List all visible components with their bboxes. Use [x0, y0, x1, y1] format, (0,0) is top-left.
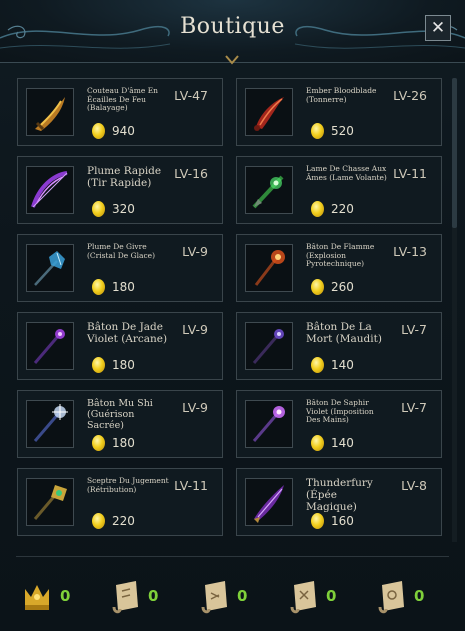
- flame-scale-knife-icon: [35, 97, 65, 131]
- item-level: LV-9: [182, 322, 208, 337]
- item-price: 940: [112, 124, 135, 138]
- footer-currency: 0: [286, 577, 346, 617]
- window-title: Boutique: [180, 14, 285, 39]
- currency-count: 0: [237, 587, 248, 605]
- item-name: Ember Bloodblade (Tonnerre): [306, 86, 377, 104]
- currency-count: 0: [60, 587, 71, 605]
- mu-shi-staff-icon: [33, 404, 68, 442]
- item-name: Plume Rapide (Tir Rapide): [87, 165, 162, 190]
- item-price: 220: [112, 514, 135, 528]
- green-soul-blade-icon: [252, 175, 284, 209]
- gold-coin-icon: [92, 201, 105, 217]
- item-name: Bâton De Jade Violet (Arcane): [87, 321, 168, 346]
- gold-crown-icon: [25, 585, 49, 610]
- shop-item-card[interactable]: Thunderfury (Épée Magique) LV-8 160: [236, 468, 442, 536]
- shop-item-card[interactable]: Bâton De Saphir Violet (Imposition Des M…: [236, 390, 442, 458]
- item-price: 260: [331, 280, 354, 294]
- header-bar: Boutique ✕: [0, 0, 465, 63]
- item-level: LV-16: [174, 166, 208, 181]
- purple-bow-icon: [31, 171, 68, 208]
- item-grid: Couteau D'âme En Écailles De Feu (Balaya…: [17, 78, 443, 542]
- item-price: 140: [331, 436, 354, 450]
- gold-coin-icon: [311, 279, 324, 295]
- item-name: Lame De Chasse Aux Âmes (Lame Volante): [306, 164, 387, 182]
- divider: [16, 556, 449, 557]
- footer-currency: 0: [20, 577, 80, 617]
- shop-item-card[interactable]: Plume De Givre (Cristal De Glace) LV-9 1…: [17, 234, 223, 302]
- scroll-2-icon: [201, 581, 227, 614]
- close-button[interactable]: ✕: [425, 15, 451, 41]
- scroll-thumb[interactable]: [452, 78, 457, 228]
- shop-item-card[interactable]: Sceptre Du Jugement (Rétribution) LV-11 …: [17, 468, 223, 536]
- gold-coin-icon: [311, 435, 324, 451]
- item-level: LV-47: [174, 88, 208, 103]
- currency-count: 0: [148, 587, 159, 605]
- item-level: LV-7: [401, 322, 427, 337]
- footer-currency: 0: [108, 577, 168, 617]
- thunderfury-sword-icon: [254, 485, 284, 523]
- scrollbar[interactable]: [452, 78, 457, 542]
- gold-coin-icon: [92, 123, 105, 139]
- item-level: LV-8: [401, 478, 427, 493]
- item-price: 160: [331, 514, 354, 528]
- death-staff-icon: [252, 329, 284, 364]
- gold-coin-icon: [92, 279, 105, 295]
- item-level: LV-9: [182, 244, 208, 259]
- item-level: LV-11: [393, 166, 427, 181]
- shop-item-card[interactable]: Lame De Chasse Aux Âmes (Lame Volante) L…: [236, 156, 442, 224]
- currency-count: 0: [326, 587, 337, 605]
- currency-count: 0: [414, 587, 425, 605]
- item-name: Bâton De Flamme (Explosion Pyrotechnique…: [306, 242, 375, 269]
- item-price: 180: [112, 280, 135, 294]
- item-level: LV-9: [182, 400, 208, 415]
- shop-item-card[interactable]: Bâton De La Mort (Maudit) LV-7 140: [236, 312, 442, 380]
- sapphire-staff-icon: [252, 406, 285, 442]
- gold-coin-icon: [311, 201, 324, 217]
- shop-window: Boutique ✕ Couteau D'âme En Écailles De …: [0, 0, 465, 631]
- shop-item-card[interactable]: Couteau D'âme En Écailles De Feu (Balaya…: [17, 78, 223, 146]
- shop-item-card[interactable]: Bâton De Flamme (Explosion Pyrotechnique…: [236, 234, 442, 302]
- item-price: 220: [331, 202, 354, 216]
- item-level: LV-11: [174, 478, 208, 493]
- gold-coin-icon: [92, 513, 105, 529]
- chevron-down-icon: [225, 55, 239, 65]
- judgement-scepter-icon: [33, 485, 67, 520]
- violet-jade-staff-icon: [33, 329, 65, 364]
- scroll-4-icon: [378, 581, 404, 614]
- item-price: 180: [112, 358, 135, 372]
- item-level: LV-26: [393, 88, 427, 103]
- scroll-1-icon: [112, 581, 138, 614]
- item-price: 180: [112, 436, 135, 450]
- scroll-3-icon: [290, 581, 316, 614]
- item-price: 140: [331, 358, 354, 372]
- shop-item-card[interactable]: Bâton Mu Shi (Guérison Sacrée) LV-9 180: [17, 390, 223, 458]
- gold-coin-icon: [92, 357, 105, 373]
- item-price: 520: [331, 124, 354, 138]
- item-level: LV-7: [401, 400, 427, 415]
- item-name: Plume De Givre (Cristal De Glace): [87, 242, 156, 260]
- frost-crystal-staff-icon: [34, 251, 65, 286]
- item-name: Bâton De Saphir Violet (Imposition Des M…: [306, 398, 374, 425]
- footer-currency: 0: [374, 577, 434, 617]
- item-name: Bâton Mu Shi (Guérison Sacrée): [87, 398, 153, 431]
- footer-currency: 0: [197, 577, 257, 617]
- gold-coin-icon: [311, 123, 324, 139]
- item-name: Bâton De La Mort (Maudit): [306, 321, 382, 346]
- item-price: 320: [112, 202, 135, 216]
- gold-coin-icon: [92, 435, 105, 451]
- flame-staff-icon: [254, 250, 285, 286]
- shop-item-card[interactable]: Plume Rapide (Tir Rapide) LV-16 320: [17, 156, 223, 224]
- item-name: Sceptre Du Jugement (Rétribution): [87, 476, 169, 494]
- item-name: Couteau D'âme En Écailles De Feu (Balaya…: [87, 86, 159, 113]
- gold-coin-icon: [311, 513, 324, 529]
- shop-item-card[interactable]: Bâton De Jade Violet (Arcane) LV-9 180: [17, 312, 223, 380]
- gold-coin-icon: [311, 357, 324, 373]
- ember-bloodblade-icon: [254, 97, 284, 131]
- item-name: Thunderfury (Épée Magique): [306, 477, 373, 514]
- item-level: LV-13: [393, 244, 427, 259]
- shop-item-card[interactable]: Ember Bloodblade (Tonnerre) LV-26 520: [236, 78, 442, 146]
